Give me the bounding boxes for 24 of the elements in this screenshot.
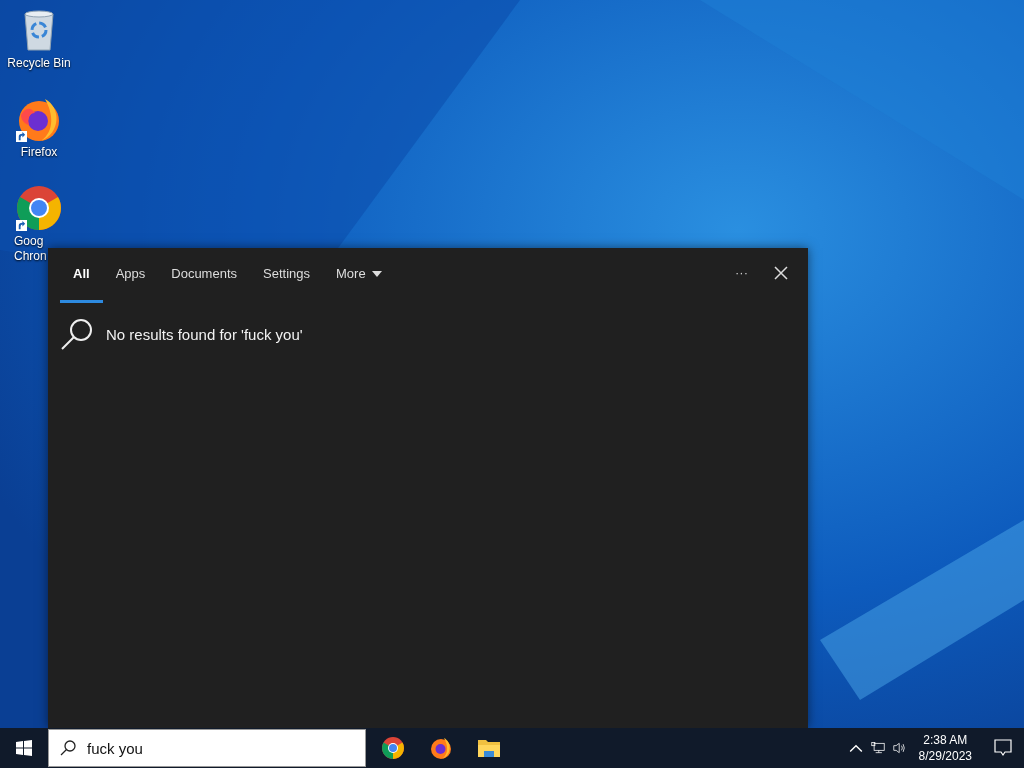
firefox-icon[interactable] (429, 736, 453, 760)
no-results-message: No results found for 'fuck you' (106, 325, 303, 343)
search-field[interactable]: fuck you (48, 729, 366, 767)
clock-time[interactable]: 2:38 AM (923, 732, 968, 748)
chrome-icon[interactable] (15, 184, 63, 232)
notification-icon[interactable] (994, 739, 1012, 757)
tab[interactable]: Documents (158, 248, 250, 303)
icon-label: Recycle Bin (7, 56, 71, 71)
windows-start-icon[interactable] (16, 740, 32, 756)
volume-icon[interactable] (892, 741, 907, 755)
search-icon (60, 740, 76, 756)
tab[interactable]: Settings (250, 248, 323, 303)
tab[interactable]: Apps (102, 248, 159, 303)
icon-label: Firefox (20, 145, 58, 160)
tab[interactable]: More (323, 248, 395, 303)
clock-date[interactable]: 8/29/2023 (918, 748, 972, 764)
search-icon (60, 317, 94, 351)
icon-label: Goog (14, 234, 44, 249)
tab[interactable]: All (60, 248, 103, 303)
chrome-icon[interactable] (381, 736, 405, 760)
icon-label: Chron (14, 249, 47, 264)
network-icon[interactable] (870, 741, 885, 755)
close-icon[interactable] (774, 265, 788, 280)
more-options-button[interactable]: ··· (731, 263, 752, 282)
